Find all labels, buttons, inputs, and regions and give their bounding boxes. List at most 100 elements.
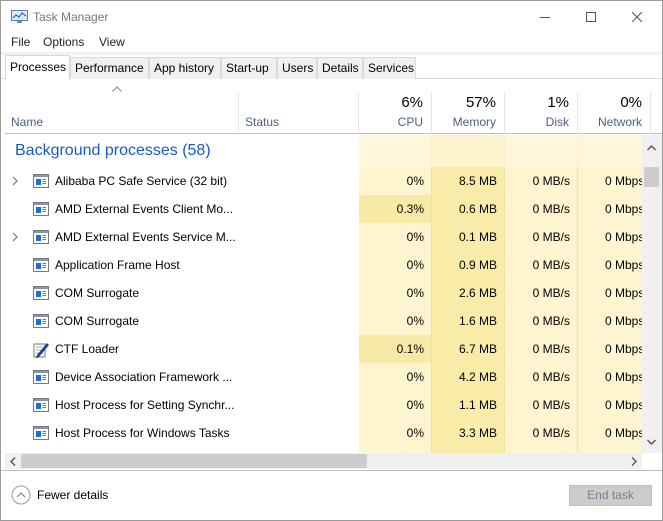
tab-bar: Processes Performance App history Start-… [1, 55, 662, 80]
column-header-disk[interactable]: 1% Disk [505, 92, 578, 134]
process-name: AMD External Events Client Mo... [55, 202, 234, 216]
process-row[interactable]: COM Surrogate 0% 1.6 MB 0 MB/s 0 Mbps [5, 307, 642, 335]
process-list: Background processes (58) Alibaba PC Saf… [5, 135, 642, 453]
column-header-status[interactable]: Status [239, 92, 359, 134]
app-window-icon [33, 426, 49, 440]
process-row[interactable]: CTF Loader 0.1% 6.7 MB 0 MB/s 0 Mbps [5, 335, 642, 363]
process-network: 0 Mbps [605, 370, 642, 384]
column-header-name[interactable]: Name [5, 92, 239, 134]
fewer-details-label: Fewer details [37, 488, 109, 502]
close-button[interactable] [614, 1, 660, 33]
window-title: Task Manager [33, 10, 109, 24]
task-manager-icon [11, 10, 28, 23]
scroll-left-icon[interactable] [10, 457, 16, 466]
process-name: COM Surrogate [55, 314, 140, 328]
process-disk: 0 MB/s [532, 398, 570, 412]
process-status [245, 223, 355, 251]
app-window-icon [33, 258, 49, 272]
process-status [245, 195, 355, 223]
process-disk: 0 MB/s [532, 314, 570, 328]
process-disk: 0 MB/s [532, 426, 570, 440]
process-row[interactable]: Application Frame Host 0% 0.9 MB 0 MB/s 0 Mb… [5, 251, 642, 279]
process-row[interactable]: COM Surrogate 0% 2.6 MB 0 MB/s 0 Mbps [5, 279, 642, 307]
task-manager-window: Task Manager File Options View Processes… [0, 0, 663, 521]
process-cpu: 0% [406, 258, 424, 272]
horizontal-scroll-thumb[interactable] [21, 454, 367, 468]
process-disk: 0 MB/s [532, 230, 570, 244]
process-status [245, 279, 355, 307]
process-name: Host Process for Setting Synchr... [55, 398, 235, 412]
app-window-icon [33, 230, 49, 244]
app-window-icon [33, 202, 49, 216]
group-header-background-processes[interactable]: Background processes (58) [5, 135, 642, 167]
tab-performance[interactable]: Performance [70, 57, 149, 79]
fewer-details-button[interactable]: Fewer details [11, 485, 108, 505]
process-memory: 8.5 MB [458, 174, 497, 188]
vertical-scroll-thumb[interactable] [644, 167, 659, 187]
menu-options[interactable]: Options [43, 35, 84, 49]
process-cpu: 0% [406, 286, 424, 300]
process-network: 0 Mbps [605, 174, 642, 188]
expand-chevron-icon[interactable] [12, 176, 18, 186]
disk-total-percent: 1% [547, 94, 569, 111]
process-network: 0 Mbps [605, 398, 642, 412]
memory-total-percent: 57% [465, 94, 496, 111]
minimize-button[interactable] [522, 1, 568, 33]
scroll-right-icon[interactable] [631, 457, 637, 466]
process-memory: 1.1 MB [458, 398, 497, 412]
process-network: 0 Mbps [605, 342, 642, 356]
process-row[interactable]: Host Process for Setting Synchr... 0% 1.1 … [5, 391, 642, 419]
process-cpu: 0% [406, 426, 424, 440]
process-status [245, 363, 355, 391]
process-memory: 4.2 MB [458, 370, 497, 384]
maximize-icon [586, 12, 596, 22]
tab-details[interactable]: Details [317, 57, 363, 79]
app-window-icon [33, 286, 49, 300]
tab-start-up[interactable]: Start-up [221, 57, 277, 79]
horizontal-scrollbar[interactable] [5, 453, 642, 469]
scroll-down-icon[interactable] [647, 439, 656, 445]
process-name: CTF Loader [55, 342, 120, 356]
expand-chevron-icon[interactable] [12, 232, 18, 242]
footer-bar: Fewer details End task [1, 470, 662, 520]
tab-app-history[interactable]: App history [149, 57, 221, 79]
process-row[interactable]: AMD External Events Service M... 0% 0.1 MB… [5, 223, 642, 251]
vertical-scrollbar[interactable] [642, 135, 662, 453]
process-status [245, 251, 355, 279]
column-header-cpu[interactable]: 6% CPU [359, 92, 432, 134]
tab-users[interactable]: Users [277, 57, 317, 79]
process-network: 0 Mbps [605, 314, 642, 328]
tab-services[interactable]: Services [363, 57, 416, 79]
minimize-icon [540, 17, 550, 18]
process-status [245, 391, 355, 419]
title-bar: Task Manager [1, 1, 662, 33]
menu-view[interactable]: View [99, 35, 125, 49]
process-network: 0 Mbps [605, 230, 642, 244]
pen-notepad-icon [33, 342, 49, 358]
process-disk: 0 MB/s [532, 342, 570, 356]
process-row[interactable]: Host Process for Windows Tasks 0% 3.3 MB 0 … [5, 419, 642, 447]
column-header-network[interactable]: 0% Network [578, 92, 651, 134]
scroll-up-icon[interactable] [647, 145, 656, 151]
process-name: COM Surrogate [55, 286, 140, 300]
process-row[interactable]: Device Association Framework ... 0% 4.2 MB… [5, 363, 642, 391]
process-cpu: 0% [406, 398, 424, 412]
process-memory: 0.6 MB [458, 202, 497, 216]
process-network: 0 Mbps [605, 286, 642, 300]
process-row[interactable]: Alibaba PC Safe Service (32 bit) 0% 8.5 MB… [5, 167, 642, 195]
tab-processes[interactable]: Processes [5, 55, 70, 80]
chevron-up-circle-icon [11, 485, 31, 505]
process-memory: 6.7 MB [458, 342, 497, 356]
process-name: Alibaba PC Safe Service (32 bit) [55, 174, 228, 188]
column-header-memory[interactable]: 57% Memory [432, 92, 505, 134]
process-name: AMD External Events Service M... [55, 230, 236, 244]
process-memory: 0.9 MB [458, 258, 497, 272]
menu-file[interactable]: File [11, 35, 30, 49]
app-window-icon [33, 174, 49, 188]
process-name: Device Association Framework ... [55, 370, 233, 384]
network-total-percent: 0% [620, 94, 642, 111]
process-status [245, 335, 355, 363]
end-task-button[interactable]: End task [569, 485, 652, 506]
maximize-button[interactable] [568, 1, 614, 33]
process-row[interactable]: AMD External Events Client Mo... 0.3% 0.6 … [5, 195, 642, 223]
